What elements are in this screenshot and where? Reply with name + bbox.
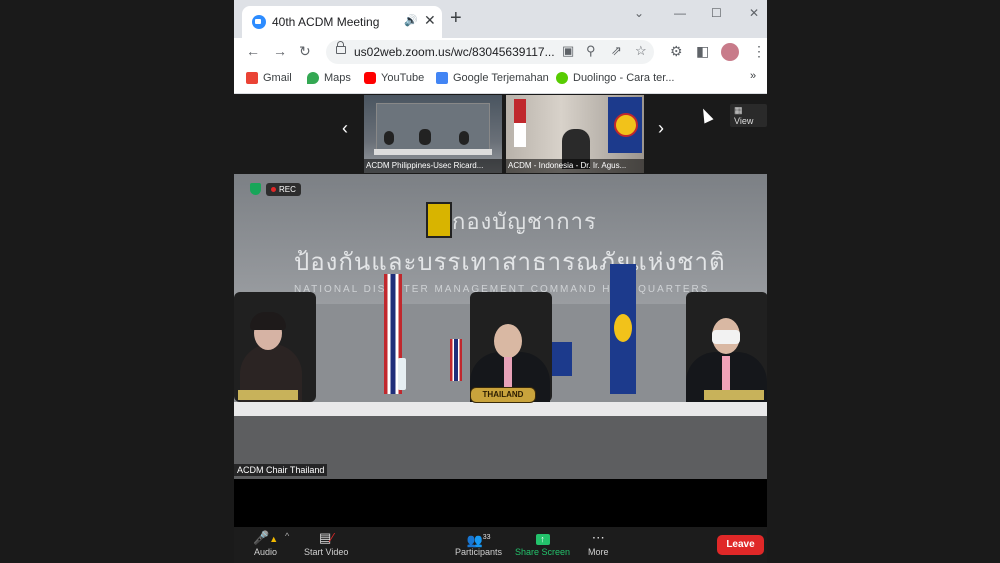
youtube-icon (364, 72, 376, 84)
main-speaker-name: ACDM Chair Thailand (234, 464, 328, 476)
participants-label: Participants (455, 547, 503, 557)
browser-tab[interactable]: 40th ACDM Meeting 🔊 ✕ (242, 6, 442, 38)
share-icon[interactable]: ⇗ (611, 43, 622, 59)
main-video[interactable]: กองบัญชาการ ป้องกันและบรรเทาสาธารณภัยแห่… (234, 174, 767, 479)
menu-icon[interactable]: ⋮ (752, 43, 766, 59)
maps-icon (307, 72, 319, 84)
duolingo-icon (556, 72, 568, 84)
share-screen-icon: ↑ (535, 529, 550, 547)
participants-count: 33 (482, 534, 491, 541)
minimize-icon[interactable]: — (674, 6, 686, 20)
bookmark-label: Maps (324, 72, 351, 84)
forward-icon[interactable]: → (273, 43, 287, 59)
desk-flag-asean (552, 342, 572, 376)
thai-signage-line2: ป้องกันและบรรเทาสาธารณภัยแห่งชาติ (294, 249, 726, 276)
extensions-icon[interactable]: ⚙ (670, 43, 683, 59)
bookmark-youtube[interactable]: YouTube (364, 72, 424, 84)
new-tab-icon[interactable]: + (450, 8, 462, 28)
country-nameplate: THAILAND (470, 387, 536, 403)
bookmark-label: Google Terjemahan (453, 72, 549, 84)
reload-icon[interactable]: ↻ (299, 43, 311, 59)
video-scene (376, 103, 490, 153)
translate-icon (436, 72, 448, 84)
address-bar[interactable]: us02web.zoom.us/wc/83045639117... ▣ ⚲ ⇗ … (326, 40, 654, 64)
more-label: More (588, 547, 609, 557)
tab-title: 40th ACDM Meeting (272, 15, 380, 29)
bookmarks-bar: Gmail Maps YouTube Google Terjemahan Duo… (234, 66, 767, 94)
thai-signage-line1: กองบัญชาการ (452, 209, 597, 234)
bookmark-label: Gmail (263, 72, 292, 84)
lock-icon (336, 41, 346, 54)
meeting-controls: 🎤▲ Audio ^ ▤∕ Start Video 👥33 Participan… (234, 527, 767, 563)
zoom-favicon-icon (252, 15, 266, 29)
prev-page-icon[interactable]: ‹ (342, 118, 348, 139)
recording-badge: REC (266, 183, 301, 196)
avatar[interactable] (721, 43, 739, 61)
more-button[interactable]: ⋯ More (588, 529, 609, 557)
water-bottle (398, 358, 406, 390)
speaker-icon[interactable]: 🔊 (404, 14, 418, 27)
gmail-icon (246, 72, 258, 84)
audio-options-caret-icon[interactable]: ^ (285, 531, 289, 541)
name-sign (704, 390, 764, 400)
view-button[interactable]: ▦ View (730, 104, 767, 127)
star-icon[interactable]: ☆ (635, 43, 647, 59)
share-screen-button[interactable]: ↑ Share Screen (515, 529, 570, 557)
zoom-search-icon[interactable]: ⚲ (586, 43, 596, 59)
ellipsis-icon: ⋯ (591, 530, 605, 545)
participants-button[interactable]: 👥33 Participants (455, 529, 502, 557)
start-video-label: Start Video (304, 547, 349, 557)
grid-icon: ▦ (734, 105, 743, 115)
bookmark-gmail[interactable]: Gmail (246, 72, 292, 84)
browser-window: 40th ACDM Meeting 🔊 ✕ + ⌄ — ☐ ✕ ← → ↻ us… (234, 0, 767, 563)
back-icon[interactable]: ← (246, 43, 260, 59)
name-sign (238, 390, 298, 400)
microphone-warning-icon: 🎤▲ (253, 530, 279, 545)
video-padding (234, 479, 767, 527)
url-text: us02web.zoom.us/wc/83045639117... (354, 45, 555, 59)
audio-label: Audio (254, 547, 278, 557)
participant-thumbnail[interactable]: ACDM Philippines-Usec Ricard... (364, 95, 502, 173)
view-label: View (734, 116, 754, 126)
more-bookmarks-icon[interactable]: » (750, 70, 756, 82)
video-off-icon: ▤∕ (318, 530, 334, 545)
flag (514, 99, 526, 147)
participants-icon: 👥33 (466, 532, 491, 548)
share-screen-label: Share Screen (515, 547, 571, 557)
chevron-down-icon[interactable]: ⌄ (634, 6, 644, 20)
participant-name: ACDM Philippines-Usec Ricard... (364, 159, 502, 173)
emblem-icon (426, 202, 452, 238)
tab-strip: 40th ACDM Meeting 🔊 ✕ + ⌄ — ☐ ✕ (234, 0, 767, 38)
audio-button[interactable]: 🎤▲ Audio (253, 529, 278, 557)
participant-thumbnail[interactable]: ACDM - Indonesia - Dr. Ir. Agus... (506, 95, 644, 173)
bookmark-label: Duolingo - Cara ter... (573, 72, 675, 84)
bookmark-duolingo[interactable]: Duolingo - Cara ter... (556, 72, 675, 84)
start-video-button[interactable]: ▤∕ Start Video (304, 529, 348, 557)
conference-table (234, 402, 767, 416)
browser-toolbar: ← → ↻ us02web.zoom.us/wc/83045639117... … (234, 38, 767, 66)
bookmark-label: YouTube (381, 72, 425, 84)
desk-flag-thailand (450, 339, 462, 381)
participant-name: ACDM - Indonesia - Dr. Ir. Agus... (506, 159, 644, 173)
maximize-icon[interactable]: ☐ (711, 6, 722, 20)
next-page-icon[interactable]: › (658, 118, 664, 139)
blocked-icon[interactable]: ▣ (562, 43, 574, 59)
security-shield-icon[interactable] (250, 183, 261, 195)
bookmark-maps[interactable]: Maps (307, 72, 351, 84)
bookmark-translate[interactable]: Google Terjemahan (436, 72, 549, 84)
close-tab-icon[interactable]: ✕ (424, 12, 436, 29)
leave-button[interactable]: Leave (717, 535, 764, 555)
close-window-icon[interactable]: ✕ (749, 6, 759, 20)
side-panel-icon[interactable]: ◧ (696, 43, 709, 59)
